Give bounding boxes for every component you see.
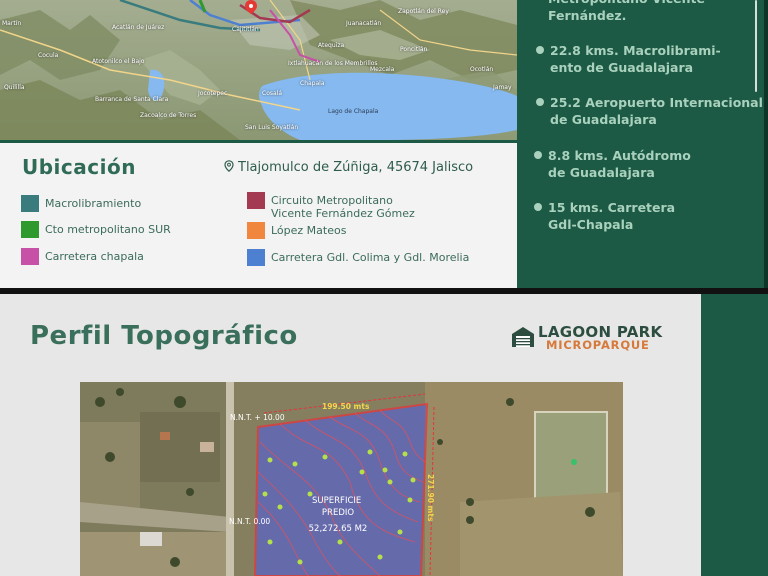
legend-item-cto-metropolitano-sur: Cto metropolitano SUR [21,221,171,238]
map-place-label: Cosalá [262,90,283,97]
map-place-label: Juanacatlán [346,20,382,27]
legend-label: Carretera Gdl. Colima y Gdl. Morelia [271,251,470,264]
distance-text: Metropolitano Vicente Fernández. [548,0,705,23]
distance-text: 8.8 kms. Autódromo de Guadalajara [548,148,691,180]
legend-label: López Mateos [271,224,347,237]
bullet-icon [536,46,544,54]
side-band [701,294,768,576]
section-title: Perfil Topográfico [30,321,298,351]
surface-label-line: SUPERFICIE [312,496,361,506]
address-text: Tlajomulco de Zúñiga, 45674 Jalisco [238,160,474,175]
brand-logo: LAGOON PARK MICROPARQUE [511,323,662,354]
map-place-label: Atotonilco el Bajo [92,58,145,65]
legend-label: Macrolibramiento [45,197,142,210]
legend-swatch [247,249,265,266]
distance-item: 22.8 kms. Macrolibrami- ento de Guadalaj… [536,42,721,76]
map-terrain [0,0,517,140]
address: Tlajomulco de Zúñiga, 45674 Jalisco [224,160,473,175]
legend-label: Carretera chapala [45,250,144,263]
nnt-top-label: N.N.T. + 10.00 [230,413,285,422]
logo-subtitle: MICROPARQUE [546,338,650,352]
surface-label-line: PREDIO [322,508,354,518]
topography-section: Perfil Topográfico LAGOON PARK MICROPARQ… [0,294,768,576]
legend-item-circuito-metropolitano: Circuito Metropolitano Vicente Fernández… [247,192,415,220]
map-place-label: Quililla [4,84,25,91]
map-place-label: Cajititlán [232,26,259,33]
map-place-label: San Luis Soyatlán [245,124,299,131]
bullet-icon [534,151,542,159]
map-place-label: Acatlán de Juárez [112,24,165,31]
map-marker-icon [571,459,577,465]
legend-swatch [21,195,39,212]
map-place-label: Ocotlán [470,66,494,73]
aerial-photo: N.N.T. + 10.00 N.N.T. 0.00 199.50 mts 27… [80,382,623,576]
legend-swatch [21,221,39,238]
distance-text: 22.8 kms. Macrolibrami- ento de Guadalaj… [550,43,721,75]
map-place-label: Zapotlán del Rey [398,8,449,15]
legend-item-macrolibramiento: Macrolibramiento [21,195,141,212]
map-place-label: Atequiza [318,42,345,49]
location-map[interactable]: Martín Acatlán de Juárez Atotonilco el B… [0,0,517,140]
map-pin-icon [224,160,234,172]
legend-item-lopez-mateos: López Mateos [247,222,346,239]
legend-swatch [247,222,265,239]
warehouse-icon [511,326,535,348]
map-place-label: Zacoalco de Torres [140,112,197,119]
distance-item: 15 kms. Carretera Gdl-Chapala [534,199,675,233]
map-place-label: Jocotepec [198,90,228,97]
legend-label: Cto metropolitano SUR [45,223,171,236]
distance-item: 8.8 kms. Autódromo de Guadalajara [534,147,691,181]
map-place-label: Ixtlahuacán de los Membrillos [288,60,378,67]
map-place-label: Poncitlán [400,46,428,53]
distance-item: 25.2 Aeropuerto Internacional de Guadala… [536,94,763,128]
map-place-label: Barranca de Santa Clara [95,96,169,103]
topography-aerial-image: N.N.T. + 10.00 N.N.T. 0.00 199.50 mts 27… [80,382,623,576]
map-place-label: Mezcala [370,66,395,73]
bullet-icon [536,98,544,106]
map-place-label: Martín [2,20,22,27]
location-section: Martín Acatlán de Juárez Atotonilco el B… [0,0,768,288]
lake-label: Lago de Chapala [328,108,379,115]
map-place-label: Chapala [300,80,325,87]
side-dimension-label: 271.90 mts [426,474,435,522]
legend-swatch [21,248,39,265]
scrollbar[interactable] [755,0,757,92]
legend-item-carretera-colima-morelia: Carretera Gdl. Colima y Gdl. Morelia [247,249,469,266]
distances-panel[interactable]: Metropolitano Vicente Fernández. 22.8 km… [517,0,768,288]
map-place-label: Jamay [493,84,512,91]
legend-item-carretera-chapala: Carretera chapala [21,248,144,265]
width-dimension-label: 199.50 mts [322,402,370,411]
surface-value: 52,272.65 M2 [309,524,368,534]
location-info: Ubicación Tlajomulco de Zúñiga, 45674 Ja… [0,140,517,288]
distance-item: Metropolitano Vicente Fernández. [548,0,705,24]
distance-text: 15 kms. Carretera Gdl-Chapala [548,200,676,232]
legend-label: Circuito Metropolitano Vicente Fernández… [271,194,415,220]
map-place-label: Cocula [38,52,59,59]
legend-swatch [247,192,265,209]
distance-text: 25.2 Aeropuerto Internacional de Guadala… [550,95,763,127]
section-title: Ubicación [22,155,136,179]
bullet-icon [534,203,542,211]
nnt-bottom-label: N.N.T. 0.00 [229,517,270,526]
